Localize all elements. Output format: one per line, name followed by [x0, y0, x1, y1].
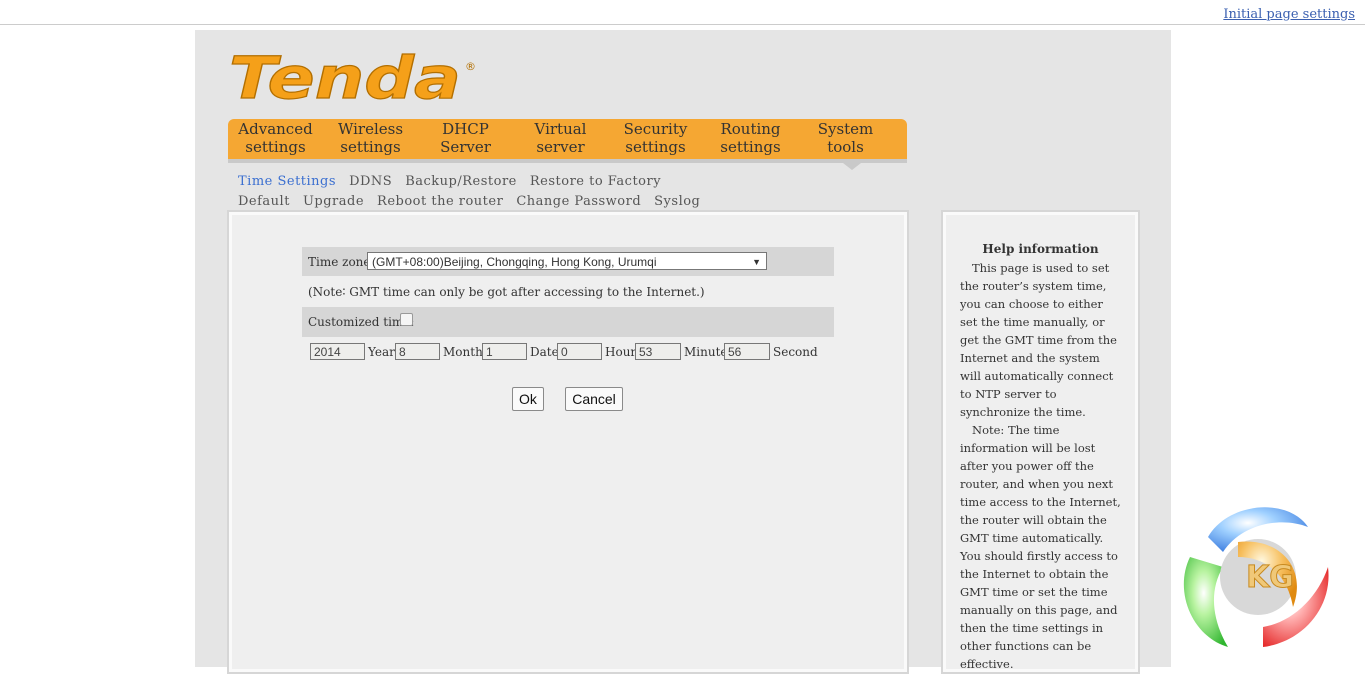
hour-input[interactable]: 0: [557, 343, 602, 360]
help-title: Help information: [982, 242, 1099, 256]
month-input[interactable]: 8: [395, 343, 440, 360]
active-nav-pointer: [843, 163, 861, 170]
year-input[interactable]: 2014: [310, 343, 365, 360]
subnav-item-5[interactable]: Reboot the router: [377, 194, 503, 209]
date-input[interactable]: 1: [482, 343, 527, 360]
second-label: Second: [773, 345, 818, 359]
subnav-item-6[interactable]: Change Password: [516, 194, 641, 209]
nav-item-5[interactable]: Routing settings: [703, 119, 798, 159]
subnav-item-0[interactable]: Time Settings: [238, 174, 336, 189]
dropdown-arrow-icon: ▼: [752, 257, 761, 267]
main-content-panel: [227, 210, 909, 674]
svg-text:Tenda: Tenda: [229, 48, 461, 106]
month-label: Month: [443, 345, 483, 359]
nav-item-6[interactable]: System tools: [798, 119, 893, 159]
sub-nav: Time Settings DDNS Backup/Restore Restore t…: [238, 172, 848, 212]
nav-item-1[interactable]: Wireless settings: [323, 119, 418, 159]
nav-item-4[interactable]: Security settings: [608, 119, 703, 159]
header-divider: [0, 24, 1365, 25]
subnav-item-4[interactable]: Upgrade: [303, 194, 364, 209]
help-text: This page is used to set the router’s sy…: [960, 259, 1122, 673]
hour-label: Hour: [605, 345, 637, 359]
customized-time-label: Customized time:: [308, 315, 415, 329]
svg-text:®: ®: [465, 60, 476, 73]
second-input[interactable]: 56: [724, 343, 770, 360]
kg-watermark-logo: KG: [1183, 507, 1329, 647]
help-paragraph-2: Note: The time information will be lost …: [960, 423, 1121, 671]
main-nav: Advanced settings Wireless settings DHCP S…: [228, 119, 907, 163]
tenda-logo: Tenda ®: [229, 48, 476, 106]
ok-button[interactable]: Ok: [512, 387, 544, 411]
date-label: Date: [530, 345, 559, 359]
timezone-label: Time zone:: [308, 255, 375, 269]
initial-page-settings-link[interactable]: Initial page settings: [1223, 7, 1355, 22]
subnav-item-2[interactable]: Backup/Restore: [405, 174, 517, 189]
subnav-item-7[interactable]: Syslog: [654, 194, 700, 209]
nav-item-0[interactable]: Advanced settings: [228, 119, 323, 159]
customized-time-checkbox[interactable]: [400, 313, 413, 326]
minute-label: Minute: [684, 345, 728, 359]
nav-item-2[interactable]: DHCP Server: [418, 119, 513, 159]
timezone-value: (GMT+08:00)Beijing, Chongqing, Hong Kong…: [372, 255, 657, 269]
minute-input[interactable]: 53: [635, 343, 681, 360]
timezone-select[interactable]: (GMT+08:00)Beijing, Chongqing, Hong Kong…: [367, 252, 767, 270]
year-label: Year: [368, 345, 395, 359]
cancel-button[interactable]: Cancel: [565, 387, 623, 411]
svg-text:KG: KG: [1246, 560, 1294, 595]
help-paragraph-1: This page is used to set the router’s sy…: [960, 261, 1117, 419]
nav-item-3[interactable]: Virtual server: [513, 119, 608, 159]
subnav-item-1[interactable]: DDNS: [349, 174, 392, 189]
gmt-note: (Note∶ GMT time can only be got after ac…: [308, 285, 705, 299]
help-panel: Help information This page is used to se…: [941, 210, 1140, 674]
